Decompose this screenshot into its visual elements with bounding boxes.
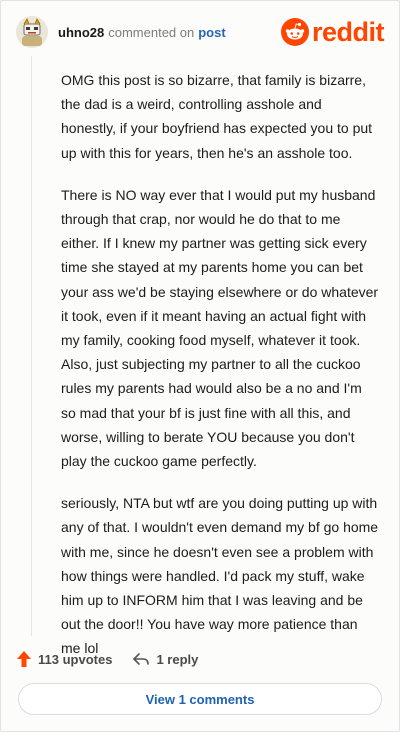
reddit-wordmark: reddit bbox=[311, 16, 385, 47]
upvote-arrow-icon bbox=[17, 651, 31, 667]
comment-header: uhno28 commented on post reddit bbox=[16, 14, 385, 50]
reply-arrow-icon bbox=[133, 653, 150, 665]
post-link[interactable]: post bbox=[198, 25, 225, 40]
comment-paragraph: There is NO way ever that I would put my… bbox=[61, 186, 379, 470]
reddit-logo[interactable]: reddit bbox=[280, 16, 385, 47]
view-comments-button[interactable]: View 1 comments bbox=[18, 683, 382, 715]
reply-count: 1 reply bbox=[156, 651, 199, 667]
upvote-button[interactable]: 113 upvotes bbox=[16, 650, 112, 668]
comment-paragraph: OMG this post is so bizarre, that family… bbox=[61, 72, 373, 161]
thread-line[interactable] bbox=[31, 56, 32, 636]
username-link[interactable]: uhno28 bbox=[58, 25, 104, 40]
avatar[interactable] bbox=[16, 16, 48, 48]
reddit-snoo-icon bbox=[280, 18, 309, 46]
commented-on-label: commented on bbox=[108, 24, 195, 40]
comment-meta: uhno28 commented on post bbox=[58, 25, 226, 40]
comment-actions: 113 upvotes 1 reply bbox=[16, 646, 384, 672]
comment-paragraph: seriously, NTA but wtf are you doing put… bbox=[61, 495, 379, 657]
comment-body: OMG this post is so bizarre, that family… bbox=[61, 68, 379, 679]
reply-button[interactable]: 1 reply bbox=[132, 652, 198, 667]
upvote-count: 113 upvotes bbox=[38, 651, 113, 667]
